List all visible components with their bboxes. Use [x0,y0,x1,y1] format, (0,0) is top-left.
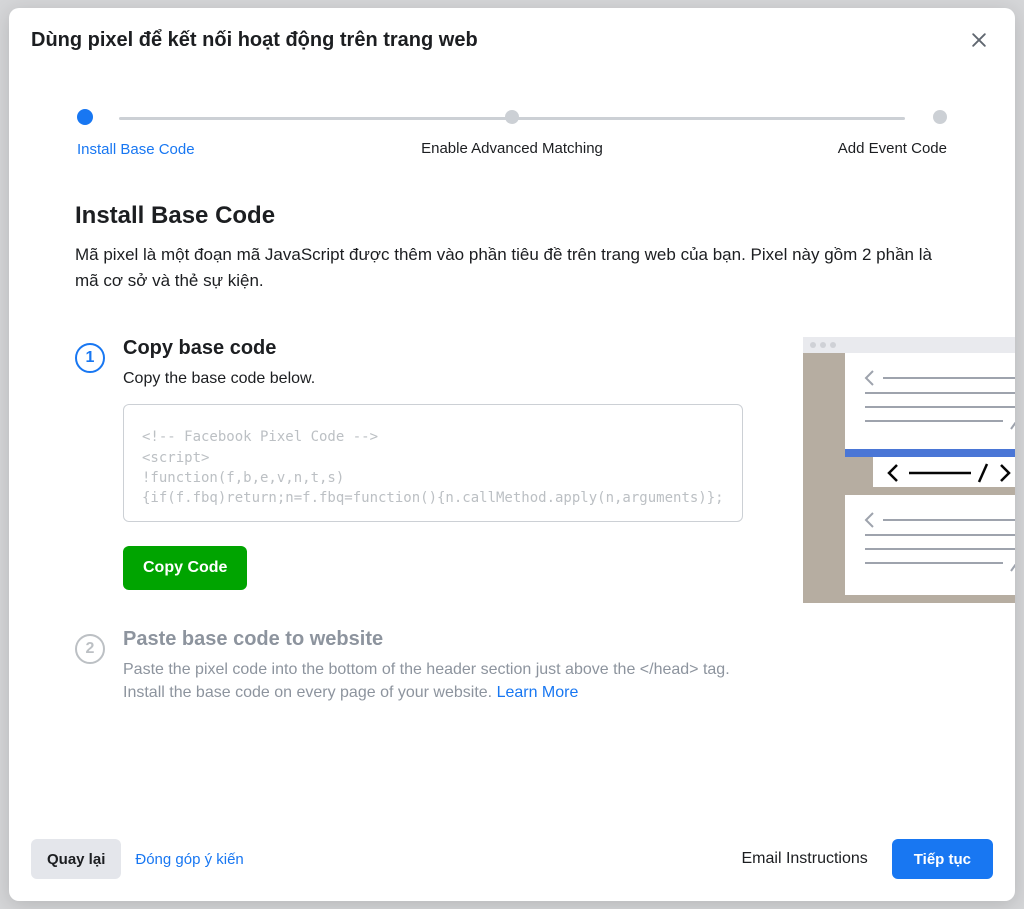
step-label: Install Base Code [77,141,195,158]
illustration-column [803,337,1015,756]
pixel-code-box[interactable]: <!-- Facebook Pixel Code --> <script> !f… [123,404,743,522]
step-add-event-code[interactable]: Add Event Code [767,110,947,158]
email-instructions-link[interactable]: Email Instructions [742,850,868,868]
step-1-heading: Copy base code [123,337,743,360]
step-label: Enable Advanced Matching [421,140,603,157]
instruction-step-1: 1 Copy base code Copy the base code belo… [75,337,743,590]
instruction-step-2: 2 Paste base code to website Paste the p… [75,628,743,718]
code-placement-illustration-icon [803,337,1015,603]
step-dot-icon [77,109,93,125]
step-2-text: Paste the pixel code into the bottom of … [123,659,743,704]
step-2-text-body: Paste the pixel code into the bottom of … [123,661,730,700]
feedback-link[interactable]: Đóng góp ý kiến [135,851,243,868]
step-install-base-code[interactable]: Install Base Code [77,110,257,158]
step-label: Add Event Code [838,140,947,157]
step-dot-icon [933,110,947,124]
step-enable-advanced-matching[interactable]: Enable Advanced Matching [422,110,602,158]
step-2-heading: Paste base code to website [123,628,743,651]
section-heading: Install Base Code [75,202,949,230]
continue-button[interactable]: Tiếp tục [892,839,993,879]
close-icon [969,30,989,50]
pixel-setup-modal: Dùng pixel để kết nối hoạt động trên tra… [9,8,1015,901]
step-number-badge: 1 [75,343,105,373]
step-dot-icon [505,110,519,124]
step-number-badge: 2 [75,634,105,664]
back-button[interactable]: Quay lại [31,839,121,879]
copy-code-button[interactable]: Copy Code [123,546,247,590]
section-description: Mã pixel là một đoạn mã JavaScript được … [75,242,949,293]
modal-footer: Quay lại Đóng góp ý kiến Email Instructi… [9,821,1015,901]
progress-stepper: Install Base Code Enable Advanced Matchi… [119,110,905,158]
step-1-text: Copy the base code below. [123,368,743,390]
modal-title: Dùng pixel để kết nối hoạt động trên tra… [31,29,478,52]
close-button[interactable] [965,26,993,54]
modal-content: Install Base Code Mã pixel là một đoạn m… [9,158,1015,821]
learn-more-link[interactable]: Learn More [497,684,579,701]
modal-header: Dùng pixel để kết nối hoạt động trên tra… [9,8,1015,64]
